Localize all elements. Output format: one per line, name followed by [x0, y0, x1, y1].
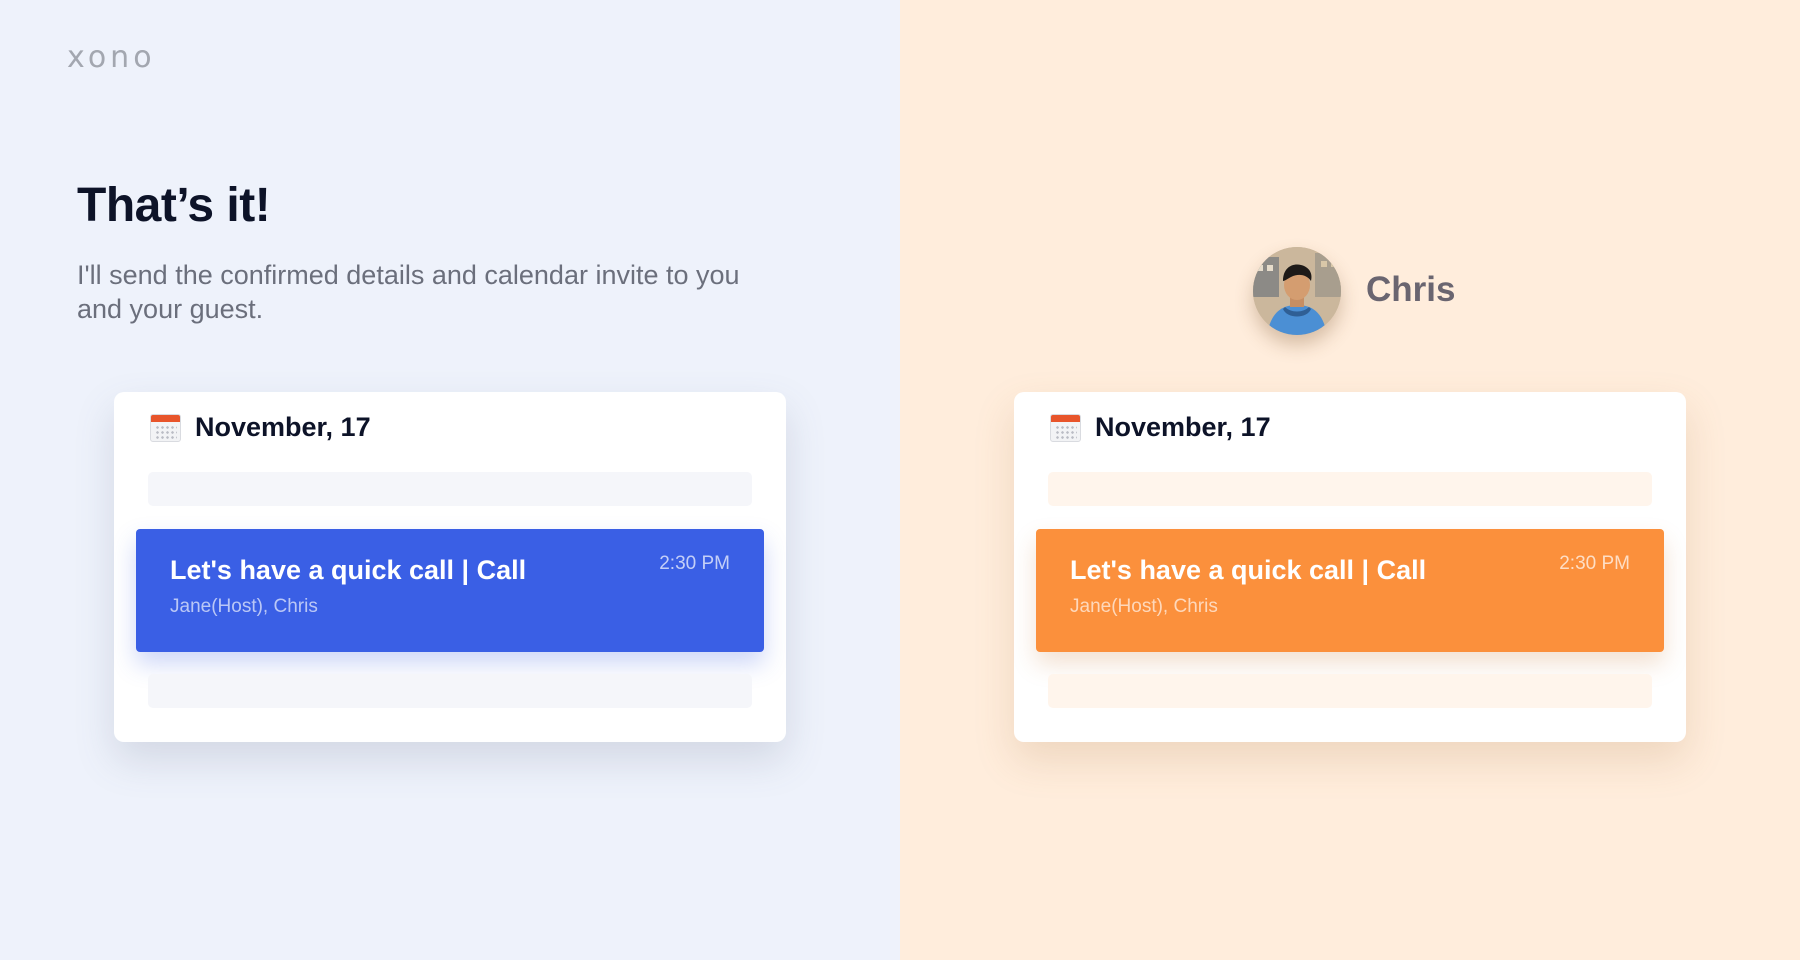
calendar-icon: [150, 413, 181, 442]
card-header: November, 17: [1050, 412, 1271, 443]
placeholder-slot-bottom: [1048, 674, 1652, 708]
confirmation-message: I'll send the confirmed details and cale…: [77, 260, 740, 324]
event-title: Let's have a quick call | Call: [1070, 555, 1427, 585]
guest-name: Chris: [1366, 270, 1456, 309]
event-time: 2:30 PM: [659, 553, 730, 574]
placeholder-slot-bottom: [148, 674, 752, 708]
event-guests: Jane(Host), Chris: [1070, 596, 1218, 617]
event-block[interactable]: Let's have a quick call | Call Jane(Host…: [1036, 529, 1664, 652]
card-header: November, 17: [150, 412, 371, 443]
event-block[interactable]: Let's have a quick call | Call Jane(Host…: [136, 529, 764, 652]
calendar-icon: [1050, 413, 1081, 442]
guest-avatar: [1253, 247, 1341, 335]
host-calendar-card: November, 17 Let's have a quick call | C…: [114, 392, 786, 742]
placeholder-slot-top: [1048, 472, 1652, 506]
page-title: That’s it!: [77, 179, 271, 232]
guest-calendar-card: November, 17 Let's have a quick call | C…: [1014, 392, 1686, 742]
event-title: Let's have a quick call | Call: [170, 555, 527, 585]
xono-logo[interactable]: xono: [67, 40, 156, 75]
placeholder-slot-top: [148, 472, 752, 506]
event-guests: Jane(Host), Chris: [170, 596, 318, 617]
card-date: November, 17: [1095, 412, 1271, 442]
avatar-photo: [1253, 247, 1341, 335]
card-date: November, 17: [195, 412, 371, 442]
event-time: 2:30 PM: [1559, 553, 1630, 574]
